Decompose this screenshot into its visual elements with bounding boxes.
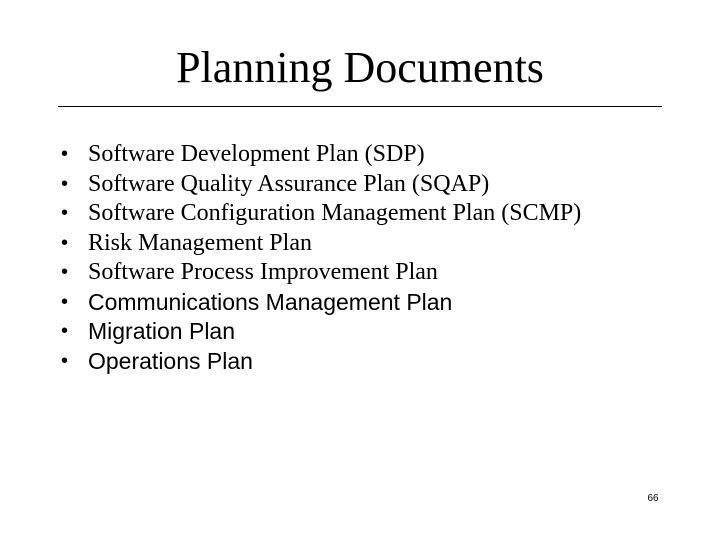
bullet-text: Operations Plan [88, 347, 253, 374]
title-divider [58, 106, 662, 107]
bullet-icon: • [61, 143, 69, 165]
bullet-text: Software Quality Assurance Plan (SQAP) [88, 170, 490, 197]
bullet-text: Software Development Plan (SDP) [88, 141, 425, 167]
bullet-icon: • [61, 261, 69, 283]
bullet-item: • Migration Plan [58, 317, 678, 347]
page-number: 66 [647, 493, 659, 504]
bullet-icon: • [61, 349, 69, 372]
bullet-list: • Software Development Plan (SDP) • Soft… [58, 140, 678, 376]
bullet-item: • Software Quality Assurance Plan (SQAP) [58, 170, 678, 200]
slide: Planning Documents • Software Developmen… [0, 0, 720, 540]
bullet-item: • Software Process Improvement Plan [58, 258, 678, 288]
bullet-item: • Software Development Plan (SDP) [58, 140, 678, 170]
bullet-text: Software Configuration Management Plan (… [88, 200, 582, 226]
bullet-text: Software Process Improvement Plan [88, 259, 438, 285]
bullet-item: • Software Configuration Management Plan… [58, 199, 678, 229]
bullet-icon: • [61, 320, 69, 342]
bullet-item: • Risk Management Plan [58, 229, 678, 259]
bullet-text: Communications Management Plan [88, 288, 453, 315]
bullet-text: Risk Management Plan [88, 229, 312, 256]
bullet-text: Migration Plan [88, 318, 236, 344]
bullet-item: • Communications Management Plan [58, 288, 678, 318]
bullet-icon: • [61, 290, 69, 313]
bullet-icon: • [61, 172, 69, 195]
bullet-item: • Operations Plan [58, 347, 678, 377]
slide-title: Planning Documents [176, 43, 544, 92]
bullet-icon: • [61, 231, 69, 254]
bullet-icon: • [61, 202, 69, 224]
